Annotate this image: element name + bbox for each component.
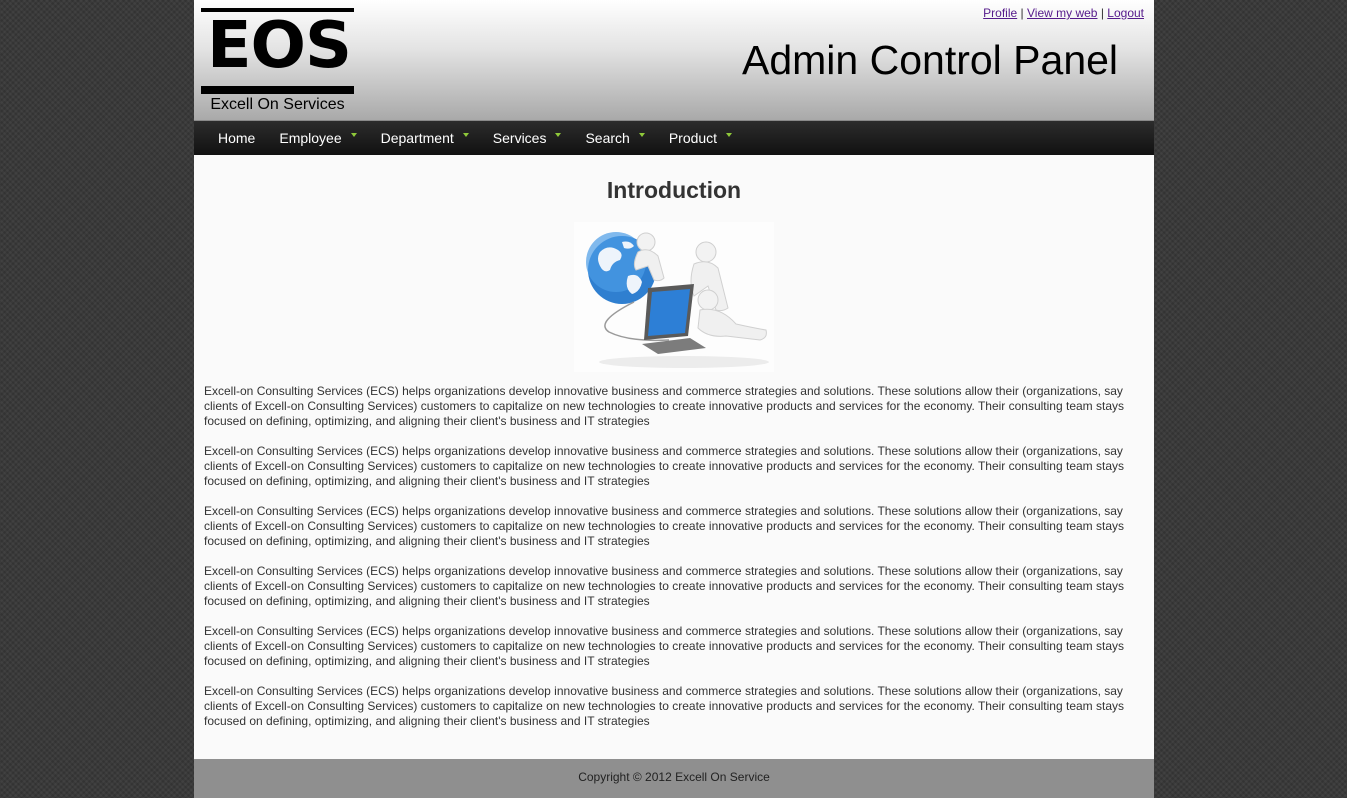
main-nav: Home Employee Department Services Search… <box>194 121 1154 155</box>
intro-text: Excell-on Consulting Services (ECS) help… <box>204 384 1144 744</box>
header: EOS Excell On Services Profile | View my… <box>194 0 1154 121</box>
intro-illustration <box>574 222 774 372</box>
eos-logo[interactable]: EOS Excell On Services <box>201 8 354 114</box>
paragraph: Excell-on Consulting Services (ECS) help… <box>204 444 1125 488</box>
nav-item-search[interactable]: Search <box>573 121 656 155</box>
nav-item-label: Department <box>380 130 454 146</box>
link-separator: | <box>1020 6 1024 20</box>
paragraph: Excell-on Consulting Services (ECS) help… <box>204 684 1125 728</box>
chevron-down-icon <box>726 133 733 137</box>
nav-item-label: Services <box>492 130 547 146</box>
chevron-down-icon <box>462 133 469 137</box>
nav-item-home[interactable]: Home <box>206 121 267 155</box>
nav-item-services[interactable]: Services <box>481 121 574 155</box>
logo-bottom-bar <box>201 86 354 94</box>
chevron-down-icon <box>555 133 562 137</box>
copyright-text: Copyright © 2012 Excell On Service <box>578 770 770 784</box>
paragraph: Excell-on Consulting Services (ECS) help… <box>204 504 1125 548</box>
chevron-down-icon <box>638 133 645 137</box>
paragraph: Excell-on Consulting Services (ECS) help… <box>204 624 1125 668</box>
nav-item-label: Home <box>218 130 256 146</box>
account-links: Profile | View my web | Logout <box>983 6 1144 20</box>
nav-item-product[interactable]: Product <box>657 121 744 155</box>
nav-item-label: Search <box>585 130 630 146</box>
paragraph: Excell-on Consulting Services (ECS) help… <box>204 564 1125 608</box>
footer: Copyright © 2012 Excell On Service <box>194 759 1154 798</box>
nav-item-department[interactable]: Department <box>369 121 481 155</box>
logo-tagline: Excell On Services <box>210 96 345 113</box>
logo-mark: EOS <box>206 9 352 83</box>
main-content: Introduction Excell-on Consulting Servic… <box>194 155 1154 759</box>
nav-item-label: Employee <box>279 130 342 146</box>
chevron-down-icon <box>350 133 357 137</box>
nav-item-label: Product <box>668 130 718 146</box>
paragraph: Excell-on Consulting Services (ECS) help… <box>204 384 1125 428</box>
nav-item-employee[interactable]: Employee <box>267 121 368 155</box>
section-heading: Introduction <box>606 177 742 203</box>
view-my-web-link[interactable]: View my web <box>1027 6 1097 20</box>
page-container: EOS Excell On Services Profile | View my… <box>194 0 1154 798</box>
profile-link[interactable]: Profile <box>983 6 1017 20</box>
link-separator: | <box>1100 6 1104 20</box>
page-title: Admin Control Panel <box>742 37 1119 83</box>
logout-link[interactable]: Logout <box>1107 6 1144 20</box>
